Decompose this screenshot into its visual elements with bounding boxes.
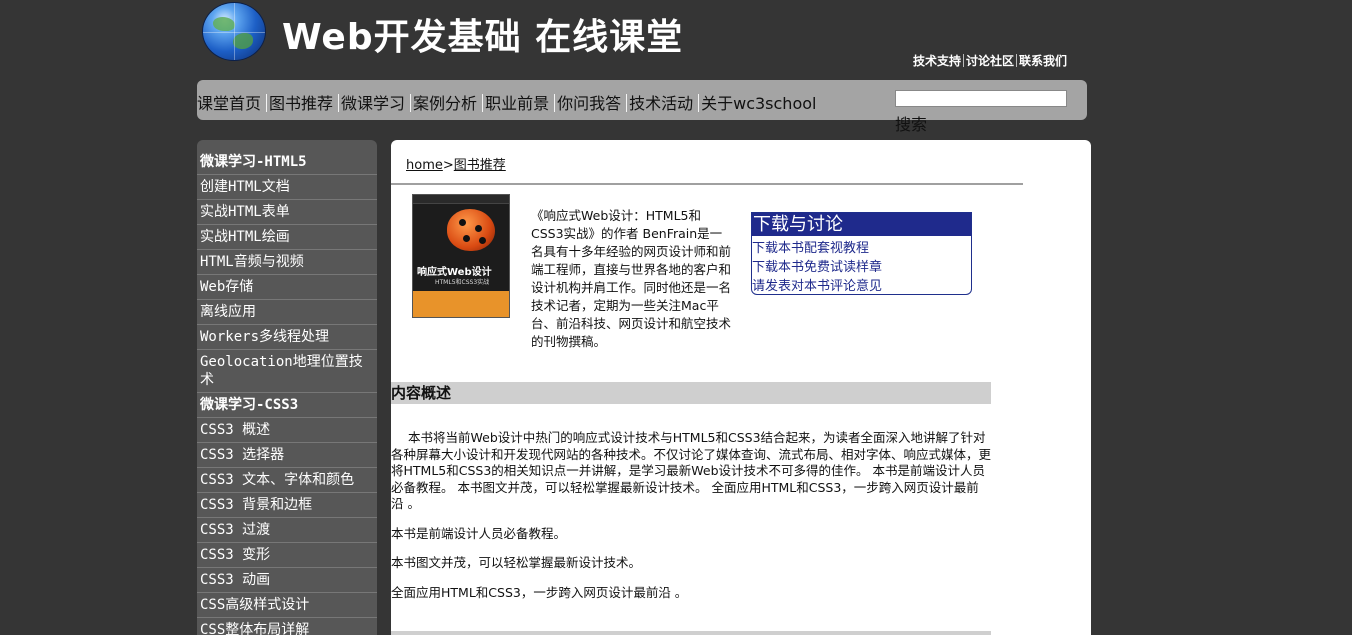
divider	[391, 183, 1023, 185]
breadcrumb-separator: >	[442, 158, 454, 173]
review-link[interactable]: 请发表对本书评论意见	[752, 279, 882, 294]
divider	[410, 94, 412, 112]
search-button[interactable]: 搜索	[895, 111, 927, 135]
divider	[482, 94, 484, 112]
sidebar-item-workers[interactable]: Workers多线程处理	[197, 325, 377, 350]
sidebar-item-css3-overview[interactable]: CSS3 概述	[197, 418, 377, 443]
book-cover-image: 响应式Web设计 HTML5和CSS3实战	[412, 194, 510, 318]
book-cover-title: 响应式Web设计	[417, 267, 492, 278]
download-discussion-box: 下载与讨论 下载本书配套视教程 下载本书免费试读样章 请发表对本书评论意见	[751, 212, 972, 295]
nav-item-micro-course[interactable]: 微课学习	[341, 90, 408, 114]
divider	[338, 94, 340, 112]
sidebar-item-css3-selectors[interactable]: CSS3 选择器	[197, 443, 377, 468]
ladybug-illustration	[447, 209, 495, 251]
list-item: 请发表对本书评论意见	[752, 277, 971, 296]
site-title: Web开发基础 在线课堂	[282, 17, 684, 58]
nav-items: 课堂首页 图书推荐 微课学习 案例分析 职业前景 你问我答 技术活动 关于wc3school	[197, 90, 819, 114]
nav-item-about[interactable]: 关于wc3school	[701, 90, 819, 114]
content-paragraph: 本书图文并茂，可以轻松掌握最新设计技术。	[391, 555, 642, 570]
top-link-contact[interactable]: 联系我们	[1019, 54, 1067, 68]
divider	[391, 631, 991, 635]
section-title: 内容概述	[391, 382, 991, 404]
sidebar-item-css3-transform[interactable]: CSS3 变形	[197, 543, 377, 568]
main-nav-bar: 课堂首页 图书推荐 微课学习 案例分析 职业前景 你问我答 技术活动 关于wc3school …	[197, 80, 1087, 134]
nav-item-cases[interactable]: 案例分析	[413, 90, 480, 114]
list-item: 下载本书免费试读样章	[752, 258, 971, 277]
content-paragraph: 本书是前端设计人员必备教程。	[391, 525, 567, 541]
divider	[626, 94, 628, 112]
content-paragraphs: 本书将当前Web设计中热门的响应式设计技术与HTML5和CSS3结合起来，为读者…	[391, 430, 991, 614]
sidebar-item-css3-text[interactable]: CSS3 文本、字体和颜色	[197, 468, 377, 493]
sidebar-heading-html5[interactable]: 微课学习-HTML5	[197, 150, 377, 175]
download-video-link[interactable]: 下载本书配套视教程	[752, 241, 869, 256]
breadcrumb-current-link[interactable]: 图书推荐	[454, 158, 506, 173]
divider	[554, 94, 556, 112]
sidebar-item-css3-transition[interactable]: CSS3 过渡	[197, 518, 377, 543]
nav-item-books[interactable]: 图书推荐	[269, 90, 336, 114]
sidebar-item-html-media[interactable]: HTML音频与视频	[197, 250, 377, 275]
content-paragraph: 本书将当前Web设计中热门的响应式设计技术与HTML5和CSS3结合起来，为读者…	[391, 430, 992, 511]
nav-item-career[interactable]: 职业前景	[485, 90, 552, 114]
divider	[698, 94, 700, 112]
divider	[963, 54, 965, 67]
top-link-support[interactable]: 技术支持	[913, 54, 961, 68]
nav-item-qa[interactable]: 你问我答	[557, 90, 624, 114]
top-link-community[interactable]: 讨论社区	[966, 54, 1014, 68]
sidebar-item-css3-background[interactable]: CSS3 背景和边框	[197, 493, 377, 518]
sidebar-item-geolocation[interactable]: Geolocation地理位置技术	[197, 350, 377, 393]
list-item: 下载本书配套视教程	[752, 239, 971, 258]
download-sample-link[interactable]: 下载本书免费试读样章	[752, 260, 882, 275]
book-cover-subtitle: HTML5和CSS3实战	[435, 279, 490, 286]
main-content: home>图书推荐 响应式Web设计 HTML5和CSS3实战 《响应式Web设…	[391, 140, 1091, 635]
content-paragraph: 全面应用HTML和CSS3，一步跨入网页设计最前沿 。	[391, 584, 688, 600]
divider	[1016, 54, 1018, 67]
sidebar-item-web-storage[interactable]: Web存储	[197, 275, 377, 300]
globe-logo-icon	[203, 3, 265, 60]
sidebar-item-css-advanced[interactable]: CSS高级样式设计	[197, 593, 377, 618]
top-links: 技术支持 讨论社区 联系我们	[913, 52, 1067, 69]
nav-item-home[interactable]: 课堂首页	[197, 90, 264, 114]
sidebar-item-css3-animation[interactable]: CSS3 动画	[197, 568, 377, 593]
nav-item-events[interactable]: 技术活动	[629, 90, 696, 114]
sidebar-item-html-canvas[interactable]: 实战HTML绘画	[197, 225, 377, 250]
sidebar: 微课学习-HTML5 创建HTML文档 实战HTML表单 实战HTML绘画 HT…	[197, 140, 377, 635]
download-box-title: 下载与讨论	[752, 213, 971, 236]
sidebar-item-html-forms[interactable]: 实战HTML表单	[197, 200, 377, 225]
breadcrumb-home-link[interactable]: home	[406, 158, 443, 173]
book-intro-text: 《响应式Web设计：HTML5和CSS3实战》的作者 BenFrain是一名具有…	[531, 208, 732, 349]
search-input[interactable]	[895, 90, 1067, 107]
breadcrumb: home>图书推荐	[406, 154, 506, 173]
sidebar-item-offline[interactable]: 离线应用	[197, 300, 377, 325]
sidebar-item-create-html[interactable]: 创建HTML文档	[197, 175, 377, 200]
divider	[266, 94, 268, 112]
sidebar-heading-css3[interactable]: 微课学习-CSS3	[197, 393, 377, 418]
sidebar-item-css-layout[interactable]: CSS整体布局详解	[197, 618, 377, 635]
